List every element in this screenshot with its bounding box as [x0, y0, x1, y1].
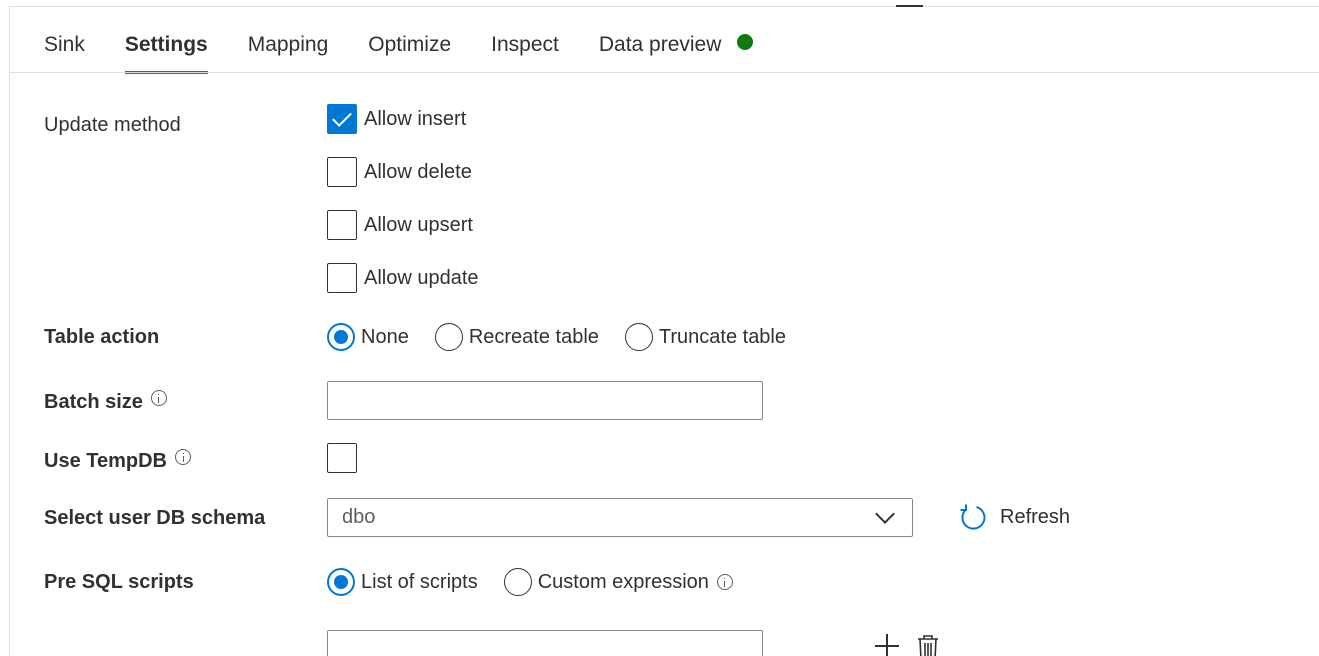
tab-mapping[interactable]: Mapping — [248, 20, 329, 73]
pre-sql-list-option[interactable]: List of scripts — [327, 568, 478, 596]
use-tempdb-option[interactable] — [327, 443, 357, 473]
tab-inspect[interactable]: Inspect — [491, 20, 559, 73]
allow-update-label: Allow update — [364, 266, 479, 289]
tab-bar: Sink Settings Mapping Optimize Inspect D… — [44, 20, 793, 74]
tab-data-preview[interactable]: Data preview — [599, 20, 754, 73]
allow-upsert-checkbox[interactable] — [327, 210, 357, 240]
table-action-none-label: None — [361, 325, 409, 348]
allow-delete-checkbox[interactable] — [327, 157, 357, 187]
tab-optimize[interactable]: Optimize — [368, 20, 451, 73]
tab-data-preview-label: Data preview — [598, 33, 722, 56]
status-dot-icon — [737, 34, 754, 50]
update-method-label: Update method — [44, 114, 181, 136]
left-border — [9, 6, 10, 656]
tabs-divider — [9, 72, 1319, 73]
allow-delete-label: Allow delete — [364, 160, 472, 183]
table-action-none-radio[interactable] — [327, 323, 355, 351]
allow-insert-label: Allow insert — [364, 107, 467, 130]
allow-upsert-option[interactable]: Allow upsert — [327, 210, 473, 240]
use-tempdb-label: Use TempDB — [44, 450, 167, 472]
table-action-radio-group: None Recreate table Truncate table — [327, 323, 812, 351]
sink-settings-panel: Sink Settings Mapping Optimize Inspect D… — [0, 0, 1319, 656]
pre-sql-radio-group: List of scripts Custom expression — [327, 568, 733, 596]
db-schema-select[interactable]: dbo — [327, 498, 913, 537]
pre-sql-label: Pre SQL scripts — [44, 571, 194, 593]
add-icon[interactable] — [874, 633, 900, 656]
allow-insert-checkbox[interactable] — [327, 104, 357, 134]
info-icon[interactable] — [150, 390, 167, 406]
batch-size-label-row: Batch size — [44, 390, 167, 414]
table-action-truncate-radio[interactable] — [624, 323, 653, 351]
db-schema-value: dbo — [342, 506, 376, 528]
pre-sql-script-input[interactable] — [327, 630, 763, 656]
refresh-button[interactable]: Refresh — [958, 503, 1070, 531]
pre-sql-list-radio[interactable] — [327, 568, 355, 596]
db-schema-label: Select user DB schema — [44, 507, 266, 529]
refresh-icon — [960, 504, 986, 530]
info-icon[interactable] — [716, 574, 733, 590]
tab-sink[interactable]: Sink — [44, 20, 85, 73]
top-divider — [9, 6, 1319, 7]
allow-update-option[interactable]: Allow update — [327, 263, 479, 293]
chevron-down-icon — [875, 503, 895, 524]
refresh-label: Refresh — [1000, 505, 1071, 528]
tab-settings[interactable]: Settings — [124, 20, 208, 74]
table-action-none-option[interactable]: None — [327, 323, 409, 351]
allow-upsert-label: Allow upsert — [364, 213, 473, 236]
table-action-recreate-option[interactable]: Recreate table — [434, 323, 599, 351]
table-action-truncate-label: Truncate table — [658, 325, 786, 348]
pre-sql-custom-radio[interactable] — [503, 568, 532, 596]
pre-sql-custom-option[interactable]: Custom expression — [503, 568, 709, 596]
table-action-recreate-label: Recreate table — [468, 325, 599, 348]
use-tempdb-label-row: Use TempDB — [44, 449, 191, 473]
pre-sql-custom-label: Custom expression — [537, 570, 709, 593]
pre-sql-list-label: List of scripts — [361, 570, 478, 593]
batch-size-input[interactable] — [327, 381, 763, 420]
info-icon[interactable] — [175, 449, 191, 465]
use-tempdb-checkbox[interactable] — [327, 443, 357, 473]
resize-handle[interactable] — [896, 5, 923, 7]
table-action-truncate-option[interactable]: Truncate table — [624, 323, 786, 351]
table-action-recreate-radio[interactable] — [434, 323, 463, 351]
batch-size-label: Batch size — [44, 391, 143, 413]
allow-delete-option[interactable]: Allow delete — [327, 157, 472, 187]
allow-insert-option[interactable]: Allow insert — [327, 104, 466, 134]
table-action-label: Table action — [44, 326, 160, 348]
allow-update-checkbox[interactable] — [327, 263, 357, 293]
trash-icon[interactable] — [917, 634, 939, 656]
